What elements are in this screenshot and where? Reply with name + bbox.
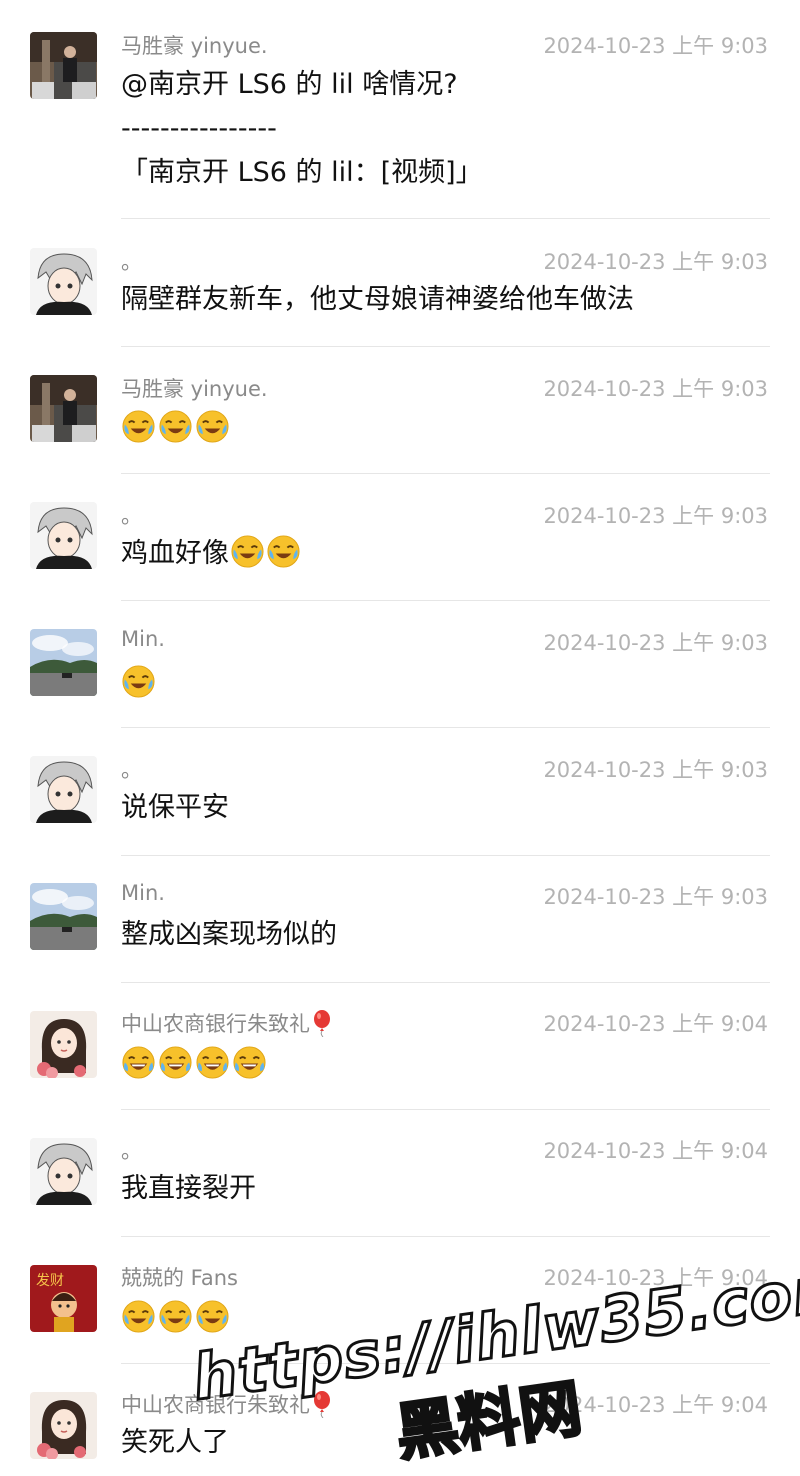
message-line: 隔壁群友新车，他丈母娘请神婆给他车做法 <box>121 284 634 315</box>
message-line: 笑死人了 <box>121 1427 229 1458</box>
message-text: 说保平安 <box>121 786 768 830</box>
message-text: 鸡血好像 <box>121 532 768 576</box>
sender-name: Min. <box>121 627 165 651</box>
emoji-row <box>121 1299 230 1334</box>
avatar[interactable] <box>30 375 97 442</box>
avatar[interactable] <box>30 629 97 696</box>
photo-man-icon <box>30 32 97 99</box>
cry-laugh-icon <box>121 1299 156 1334</box>
avatar[interactable]: 发财 <box>30 1265 97 1332</box>
sender-name: 兢兢的 Fans <box>121 1266 238 1290</box>
divider <box>121 855 770 856</box>
message-line: 说保平安 <box>121 792 229 823</box>
cry-laugh-icon <box>121 409 156 444</box>
avatar[interactable] <box>30 1392 97 1459</box>
anime-boy-icon <box>30 248 97 315</box>
sender-name: 马胜豪 yinyue. <box>121 34 268 58</box>
divider <box>121 727 770 728</box>
divider <box>121 1236 770 1237</box>
timestamp: 2024-10-23 上午 9:04 <box>543 1266 768 1290</box>
timestamp: 2024-10-23 上午 9:03 <box>543 377 768 401</box>
avatar[interactable] <box>30 32 97 99</box>
avatar[interactable] <box>30 883 97 950</box>
sender-label: 中山农商银行朱致礼 <box>121 1012 310 1036</box>
landscape-icon <box>30 629 97 696</box>
divider <box>121 346 770 347</box>
timestamp: 2024-10-23 上午 9:04 <box>543 1139 768 1163</box>
message-line: ---------------- <box>121 113 277 144</box>
message-line: 鸡血好像 <box>121 538 229 569</box>
sender-label: 中山农商银行朱致礼 <box>121 1393 310 1417</box>
timestamp: 2024-10-23 上午 9:04 <box>543 1012 768 1036</box>
message-line: 「南京开 LS6 的 lil：[视频]」 <box>121 157 483 188</box>
cry-laugh-icon <box>230 534 265 569</box>
avatar[interactable] <box>30 756 97 823</box>
avatar[interactable] <box>30 1011 97 1078</box>
timestamp: 2024-10-23 上午 9:03 <box>543 631 768 655</box>
divider <box>121 982 770 983</box>
tears-of-joy-icon <box>158 1045 193 1080</box>
sender-name: 。 <box>121 1139 142 1163</box>
sender-name: 中山农商银行朱致礼 <box>121 1008 332 1038</box>
tears-of-joy-icon <box>121 1045 156 1080</box>
message-text: 笑死人了 <box>121 1421 768 1465</box>
message-text: @南京开 LS6 的 lil 啥情况? ---------------- 「南京… <box>121 63 768 195</box>
balloon-icon <box>312 1009 332 1038</box>
cry-laugh-icon <box>158 409 193 444</box>
tears-of-joy-icon <box>232 1045 267 1080</box>
timestamp: 2024-10-23 上午 9:03 <box>543 885 768 909</box>
anime-boy-icon <box>30 502 97 569</box>
avatar[interactable] <box>30 502 97 569</box>
divider <box>121 473 770 474</box>
message-line: 我直接裂开 <box>121 1173 256 1204</box>
cry-laugh-icon <box>121 664 156 699</box>
anime-girl-icon <box>30 1392 97 1459</box>
sender-name: 。 <box>121 504 142 528</box>
timestamp: 2024-10-23 上午 9:03 <box>543 250 768 274</box>
balloon-icon <box>312 1390 332 1419</box>
sender-name: 中山农商银行朱致礼 <box>121 1389 332 1419</box>
sender-name: 。 <box>121 250 142 274</box>
landscape-icon <box>30 883 97 950</box>
cry-laugh-icon <box>195 1299 230 1334</box>
cry-laugh-icon <box>195 409 230 444</box>
sender-name: 马胜豪 yinyue. <box>121 377 268 401</box>
emoji-row <box>121 1045 267 1080</box>
emoji-row <box>121 409 230 444</box>
anime-girl-icon <box>30 1011 97 1078</box>
facai-icon: 发财 <box>30 1265 97 1332</box>
message-text: 整成凶案现场似的 <box>121 913 768 957</box>
timestamp: 2024-10-23 上午 9:04 <box>543 1393 768 1417</box>
photo-man-icon <box>30 375 97 442</box>
timestamp: 2024-10-23 上午 9:03 <box>543 758 768 782</box>
message-line: 整成凶案现场似的 <box>121 919 337 950</box>
divider <box>121 1363 770 1364</box>
divider <box>121 600 770 601</box>
cry-laugh-icon <box>158 1299 193 1334</box>
message-line: @南京开 LS6 的 lil 啥情况? <box>121 69 458 100</box>
anime-boy-icon <box>30 1138 97 1205</box>
message-text: 隔壁群友新车，他丈母娘请神婆给他车做法 <box>121 278 768 322</box>
timestamp: 2024-10-23 上午 9:03 <box>543 34 768 58</box>
emoji-row <box>121 664 156 699</box>
divider <box>121 1109 770 1110</box>
divider <box>121 218 770 219</box>
sender-name: 。 <box>121 758 142 782</box>
message-text: 我直接裂开 <box>121 1167 768 1211</box>
avatar[interactable] <box>30 1138 97 1205</box>
cry-laugh-icon <box>266 534 301 569</box>
sender-name: Min. <box>121 881 165 905</box>
timestamp: 2024-10-23 上午 9:03 <box>543 504 768 528</box>
anime-boy-icon <box>30 756 97 823</box>
avatar[interactable] <box>30 248 97 315</box>
avatar-label: 发财 <box>36 1273 64 1289</box>
tears-of-joy-icon <box>195 1045 230 1080</box>
